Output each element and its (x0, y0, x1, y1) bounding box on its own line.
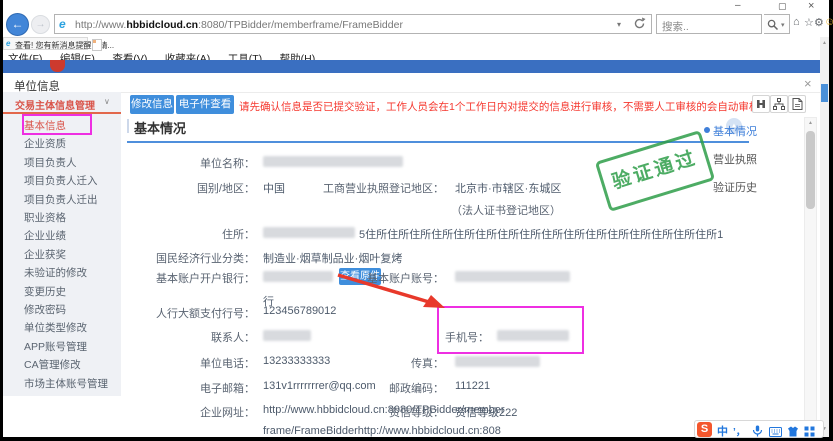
biz-region-value: 北京市·市辖区·东城区 (455, 180, 561, 196)
anchor-basic-info[interactable]: 基本情况 (713, 123, 757, 139)
sidebar-item-change-history[interactable]: 变更历史 (24, 284, 66, 299)
page-scrollbar-thumb[interactable] (821, 84, 828, 102)
back-icon: ← (12, 17, 24, 31)
fax-label: 传真： (319, 355, 444, 371)
anchor-dot-icon (704, 127, 710, 133)
industry-value: 制造业·烟草制品业·烟叶复烤 (263, 250, 402, 266)
section-accent-bar (127, 119, 129, 133)
website-label: 企业网址： (3, 404, 255, 420)
unit-info-dialog: 单位信息 × 交易主体信息管理 ∨ 基本信息 企业资质 项目负责人 项目负责人迁… (3, 73, 820, 437)
postcode-value: 111221 (455, 380, 490, 392)
legal-region-note: （法人证书登记地区） (451, 202, 561, 218)
search-placeholder: 搜索.. (662, 19, 689, 34)
annotation-arrow (333, 271, 448, 315)
dialog-scroll-up-icon[interactable]: ▲ (805, 120, 816, 126)
smiley-feedback-icon[interactable]: ☺ (824, 16, 833, 28)
window-close-button[interactable]: × (808, 0, 814, 12)
menu-bar: 文件(F) 编辑(E) 查看(V) 收藏夹(A) 工具(T) 帮助(H) (8, 49, 328, 60)
pay-bank-no-label: 人行大额支付行号： (3, 305, 255, 321)
site-header-strip (3, 60, 829, 73)
forward-icon: → (36, 19, 46, 30)
redacted-fax-number (455, 356, 540, 367)
refresh-icon[interactable] (633, 17, 646, 35)
sitemap-icon[interactable] (770, 95, 788, 113)
anchor-business-license[interactable]: 营业执照 (713, 151, 757, 167)
dialog-scrollbar-thumb[interactable] (806, 131, 815, 209)
redacted-unit-name (263, 156, 403, 167)
ime-toolbar: S 中 ’， (694, 420, 824, 438)
window-maximize-button[interactable]: ▢ (778, 1, 787, 12)
industry-label: 国民经济行业分类： (3, 250, 255, 266)
pdf-export-icon[interactable] (788, 95, 806, 113)
tab-ie-icon: e (6, 39, 10, 48)
window-minimize-button[interactable]: – (735, 0, 741, 11)
redacted-contact-name (263, 330, 311, 341)
microphone-icon[interactable] (752, 424, 763, 441)
credit-rating-value: 资信等级222 (455, 404, 517, 420)
forward-button[interactable]: → (31, 15, 50, 34)
dialog-close-icon[interactable]: × (804, 76, 812, 91)
url-dropdown-caret-icon[interactable]: ▾ (617, 20, 621, 29)
url-text: http://www.hbbidcloud.cn:8080/TPBidder/m… (75, 19, 403, 31)
ime-punctuation-toggle[interactable]: ’， (733, 423, 746, 438)
pay-bank-no-value: 123456789012 (263, 305, 336, 317)
modify-info-button[interactable]: 修改信息 (130, 95, 174, 114)
redacted-mobile-number (497, 330, 569, 341)
sidebar-item-occupational-qualification[interactable]: 职业资格 (24, 210, 66, 225)
address-label: 住所： (3, 226, 255, 242)
contact-label: 联系人： (3, 329, 255, 345)
anchor-verification-history[interactable]: 验证历史 (713, 179, 757, 195)
home-icon[interactable]: ⌂ (793, 16, 800, 28)
favorites-star-icon[interactable]: ☆ (804, 16, 814, 29)
structure-h-icon[interactable] (752, 95, 770, 113)
new-tab-corner (93, 40, 96, 43)
page-scroll-up-icon[interactable]: ▲ (819, 40, 830, 46)
dialog-title-divider (3, 92, 820, 93)
country-value: 中国 (263, 180, 285, 196)
settings-gear-icon[interactable]: ⚙ (814, 16, 824, 29)
chevron-down-icon[interactable]: ∨ (104, 97, 110, 106)
credit-rating-label: 资信等级： (319, 404, 444, 420)
ie-page-icon: e (59, 17, 66, 31)
search-caret-icon: ▾ (781, 21, 785, 29)
sidebar-item-enterprise-qualification[interactable]: 企业资质 (24, 136, 66, 151)
unit-name-label: 单位名称： (3, 155, 255, 171)
section-title: 基本情况 (134, 118, 186, 137)
phone-label: 单位电话： (3, 355, 255, 371)
search-icon (767, 18, 779, 36)
screenshot-root: – ▢ × ← → e http://www.hbbidcloud.cn:808… (0, 0, 833, 441)
sidebar-group-trade-subject-info[interactable]: 交易主体信息管理 (15, 97, 95, 112)
address-bar[interactable]: e http://www.hbbidcloud.cn:8080/TPBidder… (54, 14, 652, 34)
toolbox-grid-icon[interactable] (804, 424, 815, 441)
search-button[interactable]: ▾ (764, 14, 790, 34)
sogou-logo-icon[interactable]: S (697, 422, 712, 437)
postcode-label: 邮政编码： (319, 380, 444, 396)
verification-warning-text: 请先确认信息是否已提交验证，工作人员会在1个工作日内对提交的信息进行审核，不需要… (239, 99, 791, 114)
sidebar-item-basic-info[interactable]: 基本信息 (24, 118, 66, 133)
tab-close-icon[interactable]: × (80, 39, 85, 48)
electronic-file-view-button[interactable]: 电子件查看 (176, 95, 234, 114)
redacted-address-prefix (263, 227, 355, 238)
address-visible-text: 5住所住所住所住所住所住所住所住所住所住所住所住所住所住所住所住所1 (359, 226, 723, 242)
country-label: 国别/地区： (3, 180, 255, 196)
mobile-label: 手机号： (445, 329, 489, 345)
back-button[interactable]: ← (6, 13, 29, 36)
redacted-account-number (455, 271, 570, 282)
email-label: 电子邮箱： (3, 380, 255, 396)
ime-lang-toggle[interactable]: 中 (717, 423, 728, 439)
biz-region-label: 工商营业执照登记地区： (319, 180, 444, 196)
skin-shirt-icon[interactable] (787, 424, 799, 441)
soft-keyboard-icon[interactable] (769, 424, 782, 441)
search-box[interactable]: 搜索.. (656, 14, 762, 34)
website-value-line2: frame/FrameBidderhttp://www.hbbidcloud.c… (263, 425, 501, 437)
bank-label: 基本账户开户银行： (3, 270, 255, 286)
